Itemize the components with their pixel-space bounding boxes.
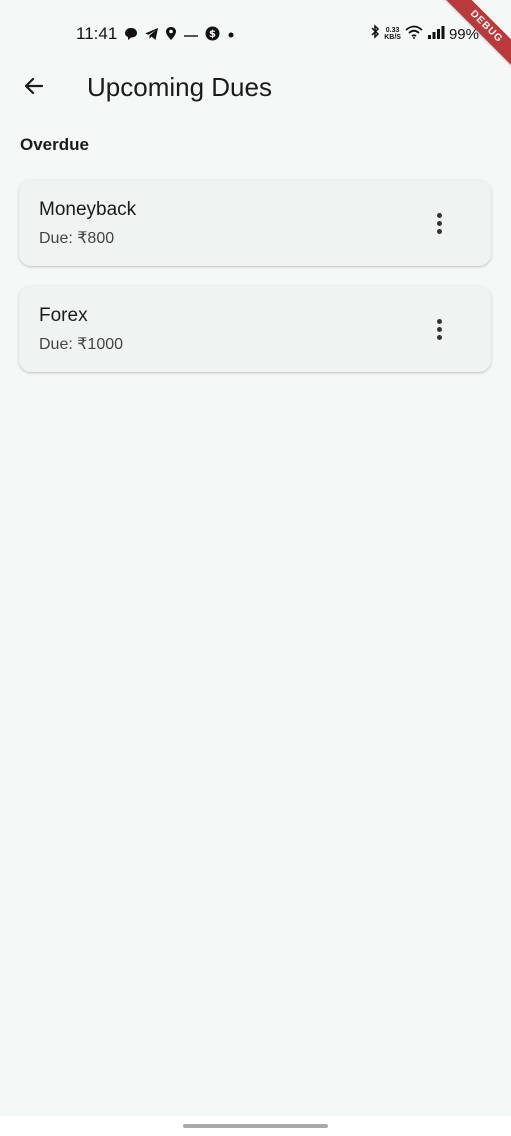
section-heading-overdue: Overdue xyxy=(20,135,89,154)
arrow-back-icon xyxy=(22,74,46,103)
due-card[interactable]: Forex Due: ₹1000 xyxy=(19,286,491,372)
due-name: Moneyback xyxy=(39,199,137,220)
app-bar: Upcoming Dues xyxy=(0,60,511,116)
due-amount: Due: ₹800 xyxy=(39,230,115,247)
due-amount: Due: ₹1000 xyxy=(39,336,124,353)
more-options-button[interactable] xyxy=(427,208,451,238)
message-icon xyxy=(124,27,138,46)
svg-text:$: $ xyxy=(209,29,216,40)
home-indicator[interactable] xyxy=(183,1124,328,1128)
telegram-icon xyxy=(144,27,159,46)
status-time: 11:41 xyxy=(76,24,118,43)
bluetooth-icon xyxy=(370,24,380,44)
network-speed-unit: KB/S xyxy=(384,34,401,41)
wifi-icon xyxy=(405,25,423,44)
network-speed: 0.33 KB/S xyxy=(384,27,401,41)
due-name: Forex xyxy=(39,305,88,326)
system-icons: 0.33 KB/S 99% xyxy=(370,24,479,44)
small-text-icon xyxy=(183,27,199,45)
signal-icon xyxy=(427,25,445,44)
more-vert-icon xyxy=(436,212,442,218)
more-options-button[interactable] xyxy=(427,314,451,344)
network-speed-value: 0.33 xyxy=(385,27,400,34)
back-button[interactable] xyxy=(14,70,54,106)
page-title: Upcoming Dues xyxy=(87,72,272,102)
more-vert-icon xyxy=(436,318,442,324)
notification-icons: $ xyxy=(124,26,236,46)
location-icon xyxy=(165,26,177,46)
dollar-icon: $ xyxy=(205,26,220,46)
dot-icon xyxy=(226,27,236,45)
due-card[interactable]: Moneyback Due: ₹800 xyxy=(19,180,491,266)
